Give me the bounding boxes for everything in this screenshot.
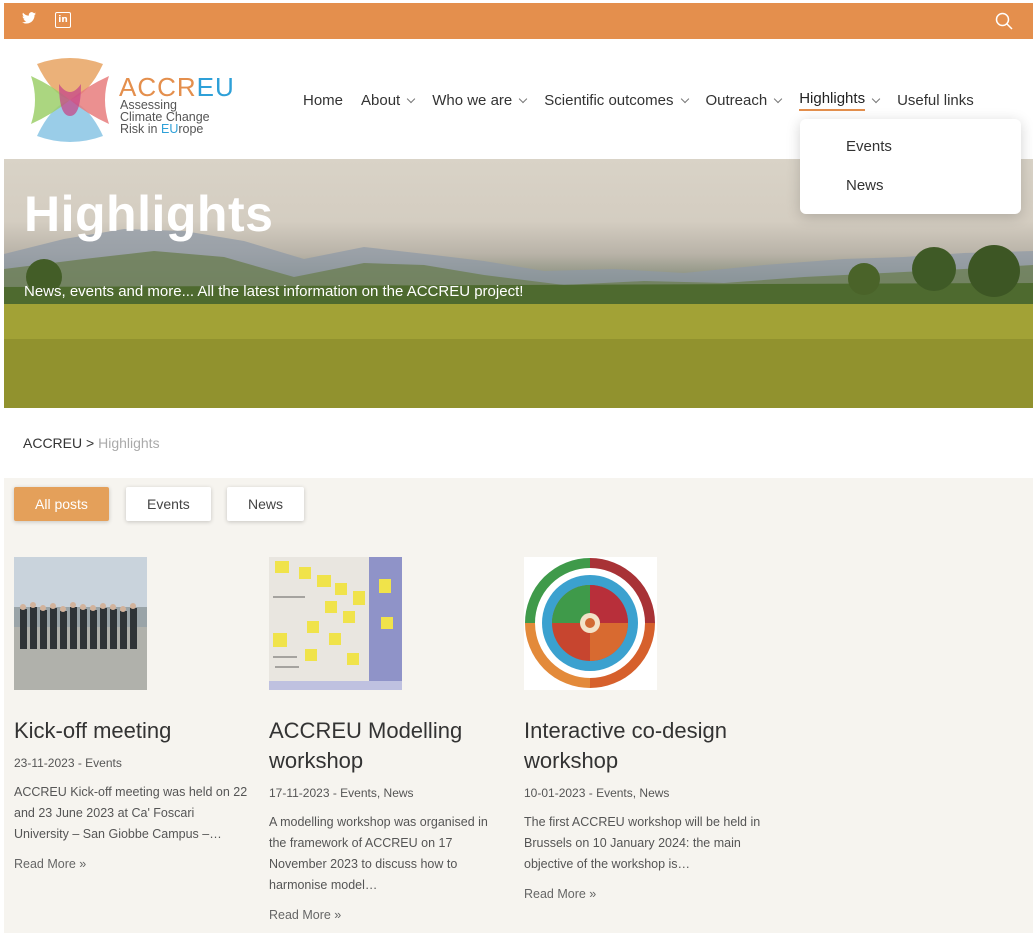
twitter-icon[interactable] [21, 12, 37, 28]
chevron-down-icon [519, 94, 528, 103]
read-more-link[interactable]: Read More » [14, 857, 254, 871]
post-card: Kick-off meeting 23-11-2023 - Events ACC… [14, 557, 254, 871]
chevron-down-icon [680, 94, 689, 103]
breadcrumb-root[interactable]: ACCREU [23, 435, 82, 451]
post-thumbnail[interactable] [524, 557, 657, 690]
nav-about[interactable]: About [361, 92, 416, 109]
chevron-down-icon [406, 94, 416, 103]
search-icon[interactable] [995, 12, 1013, 30]
read-more-link[interactable]: Read More » [524, 887, 764, 901]
filter-events[interactable]: Events [126, 487, 211, 521]
post-card: ACCREU Modelling workshop 17-11-2023 - E… [269, 557, 509, 922]
nav-outreach[interactable]: Outreach [706, 92, 783, 109]
hero-title: Highlights [24, 186, 274, 242]
post-excerpt: ACCREU Kick-off meeting was held on 22 a… [14, 785, 248, 841]
dropdown-item-events[interactable]: Events [846, 138, 892, 155]
breadcrumb-separator: > [86, 435, 95, 451]
highlights-dropdown: Events News [800, 119, 1021, 214]
post-title[interactable]: Kick-off meeting [14, 716, 254, 746]
hero-subtitle: News, events and more... All the latest … [24, 283, 524, 300]
post-meta: 23-11-2023 - Events [14, 756, 122, 770]
post-thumbnail[interactable] [269, 557, 402, 690]
dropdown-item-news[interactable]: News [846, 177, 884, 194]
post-meta: 17-11-2023 - Events, News [269, 786, 414, 800]
post-excerpt: The first ACCREU workshop will be held i… [524, 815, 761, 871]
linkedin-icon[interactable]: in [55, 12, 71, 28]
chevron-down-icon [773, 94, 783, 103]
post-thumbnail[interactable] [14, 557, 147, 690]
chevron-down-icon [871, 94, 881, 103]
nav-who-we-are[interactable]: Who we are [432, 92, 528, 109]
top-bar: in [4, 3, 1033, 39]
filter-all-posts[interactable]: All posts [14, 487, 109, 521]
nav-home[interactable]: Home [303, 92, 343, 109]
main-nav: Home About Who we are Scientific outcome… [303, 90, 992, 111]
post-meta: 10-01-2023 - Events, News [524, 786, 670, 800]
breadcrumb: ACCREU > Highlights [23, 435, 160, 451]
post-excerpt: A modelling workshop was organised in th… [269, 815, 488, 892]
post-card: Interactive co-design workshop 10-01-202… [524, 557, 764, 901]
nav-highlights[interactable]: Highlights [799, 90, 881, 111]
breadcrumb-current: Highlights [98, 435, 160, 451]
nav-scientific-outcomes[interactable]: Scientific outcomes [544, 92, 689, 109]
nav-useful-links[interactable]: Useful links [897, 92, 974, 109]
posts-section: All posts Events News Kick-off meeting 2… [4, 478, 1033, 933]
logo-subtitle: Assessing Climate Change Risk in EUrope [120, 98, 210, 136]
accreu-logo-mark[interactable] [29, 54, 111, 146]
post-title[interactable]: Interactive co-design workshop [524, 716, 764, 776]
filter-news[interactable]: News [227, 487, 305, 521]
read-more-link[interactable]: Read More » [269, 908, 509, 922]
post-title[interactable]: ACCREU Modelling workshop [269, 716, 509, 776]
